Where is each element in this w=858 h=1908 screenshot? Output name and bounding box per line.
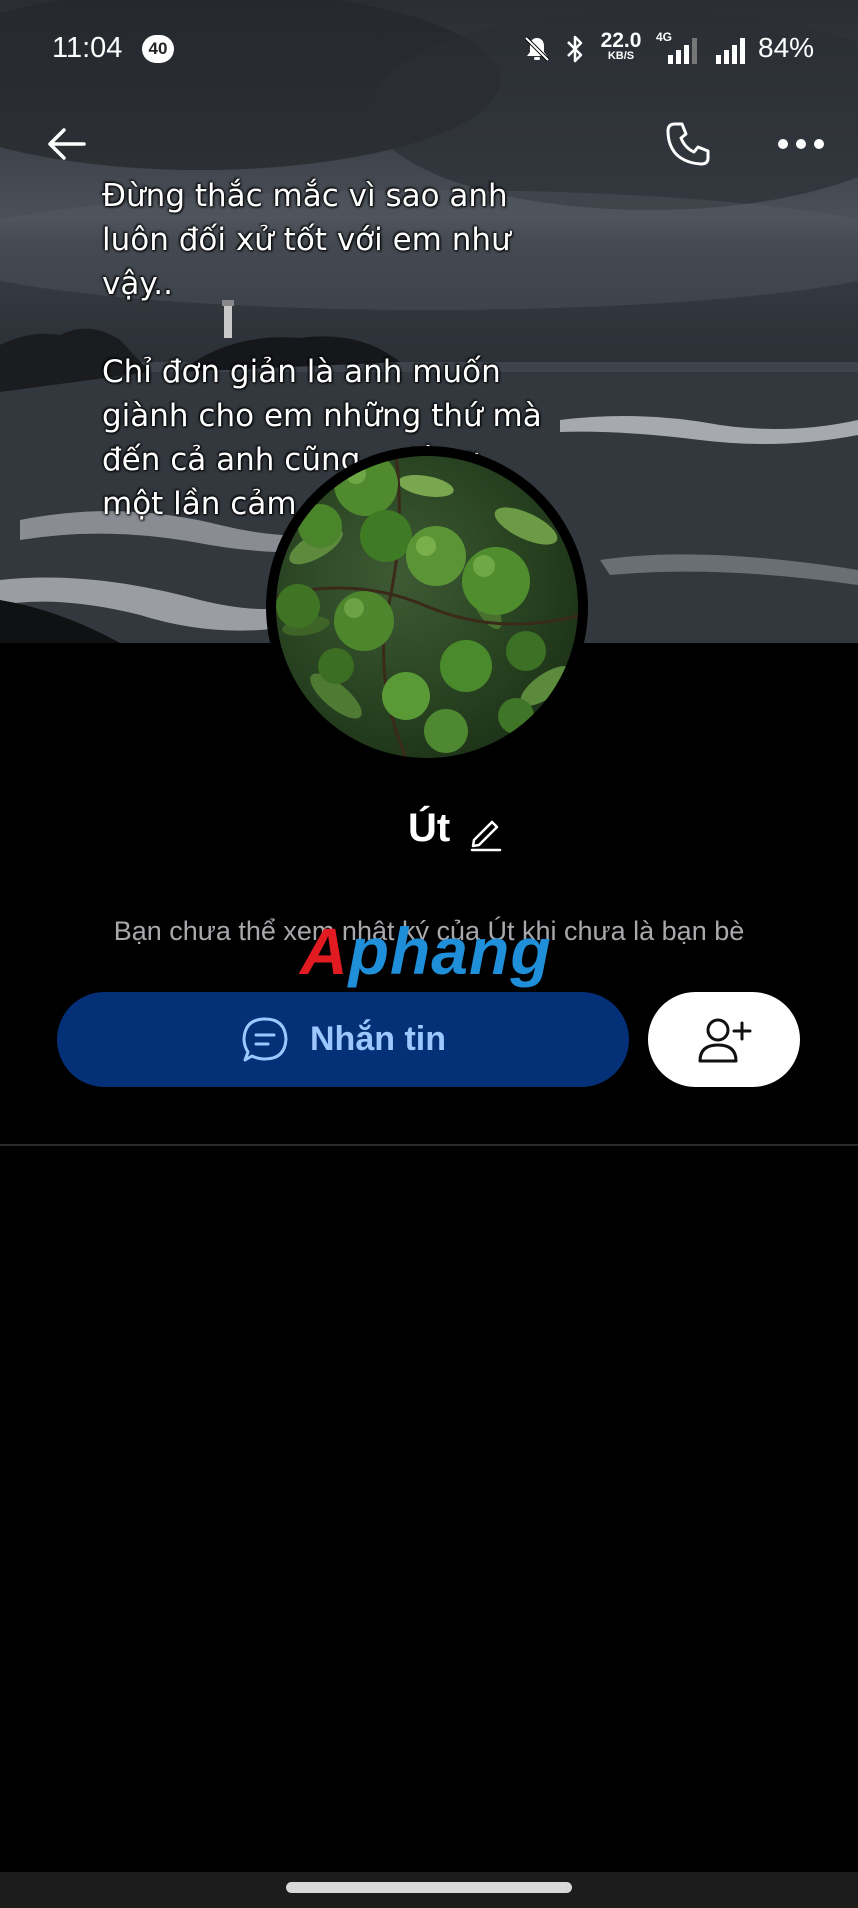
arrow-left-icon [48, 128, 86, 160]
mute-bell-icon [524, 36, 550, 62]
status-bar: 11:04 40 22.0 KB/S 4G 84% [0, 0, 858, 98]
cover-line: Đừng thắc mắc vì sao anh [102, 178, 508, 214]
message-button[interactable]: Nhắn tin [57, 992, 629, 1087]
notification-badge: 40 [142, 35, 174, 63]
watermark-logo: Aphang [300, 918, 552, 984]
cover-line: vậy.. [102, 266, 173, 302]
avatar-photo [276, 456, 578, 758]
call-button[interactable] [656, 112, 720, 176]
home-indicator[interactable] [286, 1882, 572, 1893]
chat-bubble-icon [242, 1017, 288, 1061]
more-horizontal-icon [778, 139, 824, 149]
profile-name: Út [408, 806, 451, 850]
battery-level: 84% [758, 32, 815, 63]
cover-line: giành cho em những thứ mà [102, 398, 542, 434]
speed-value: 22.0 [600, 29, 642, 52]
network-speed: 22.0 KB/S [598, 30, 644, 62]
edit-name-button[interactable] [466, 812, 506, 852]
cover-line: Chỉ đơn giản là anh muốn [102, 354, 501, 390]
back-button[interactable] [34, 112, 98, 176]
status-time: 11:04 [52, 32, 123, 64]
add-friend-button[interactable] [648, 992, 800, 1087]
bluetooth-icon [567, 35, 583, 63]
phone-icon [666, 122, 710, 166]
speed-unit: KB/S [607, 50, 635, 62]
message-button-label: Nhắn tin [310, 1020, 446, 1058]
pencil-icon [470, 820, 502, 852]
avatar-image [276, 456, 578, 758]
signal-icon [668, 38, 697, 64]
profile-screen: Đừng thắc mắc vì sao anh luôn đối xử tốt… [0, 0, 858, 1908]
signal-icon [716, 38, 745, 64]
section-divider [0, 1144, 858, 1146]
profile-name-row: Út [0, 802, 858, 862]
add-user-icon [698, 1018, 752, 1062]
more-options-button[interactable] [769, 112, 833, 176]
watermark-part: phang [348, 914, 552, 988]
watermark-part: A [300, 914, 349, 988]
avatar[interactable] [266, 446, 588, 768]
cover-line: luôn đối xử tốt với em như [102, 222, 511, 258]
